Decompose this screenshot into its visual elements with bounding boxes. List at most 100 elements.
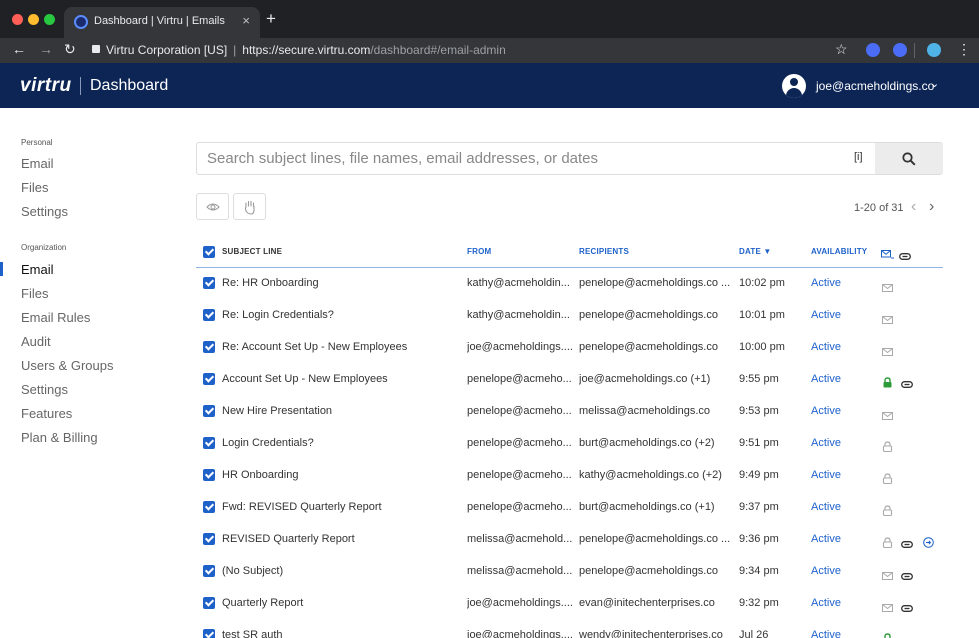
sidebar-item-email[interactable]: Email: [21, 262, 54, 277]
table-row[interactable]: Quarterly Report joe@acmeholdings.... evan…: [196, 588, 943, 620]
close-window-button[interactable]: [12, 14, 23, 25]
profile-avatar[interactable]: [927, 43, 941, 57]
availability-cell[interactable]: Active: [811, 469, 841, 481]
table-row[interactable]: (No Subject) melissa@acmehold... penelope@…: [196, 556, 943, 588]
lock-icon: [882, 535, 893, 553]
availability-cell[interactable]: Active: [811, 405, 841, 417]
extension-icon[interactable]: [866, 43, 880, 57]
search-input[interactable]: [197, 143, 837, 174]
availability-cell[interactable]: Active: [811, 565, 841, 577]
column-header-availability[interactable]: AVAILABILITY: [811, 247, 867, 256]
next-page-icon[interactable]: ›: [929, 198, 934, 216]
recipients-cell: penelope@acmeholdings.co: [579, 341, 718, 353]
availability-cell[interactable]: Active: [811, 629, 841, 638]
new-tab-button[interactable]: +: [266, 9, 276, 29]
sidebar-item-users-groups[interactable]: Users & Groups: [21, 358, 113, 373]
view-button[interactable]: [196, 193, 229, 220]
sidebar-item-audit[interactable]: Audit: [21, 334, 51, 349]
column-header-from[interactable]: FROM: [467, 247, 491, 256]
availability-cell[interactable]: Active: [811, 501, 841, 513]
pagination-label: 1-20 of 31: [854, 202, 904, 214]
availability-cell[interactable]: Active: [811, 373, 841, 385]
extension-icon[interactable]: [893, 43, 907, 57]
availability-cell[interactable]: Active: [811, 341, 841, 353]
search-button[interactable]: [875, 143, 943, 174]
sidebar-item-personal-settings[interactable]: Settings: [21, 204, 68, 219]
table-row[interactable]: New Hire Presentation penelope@acmeho... m…: [196, 396, 943, 428]
lock-active-icon: [882, 375, 893, 393]
site-identity: Virtru Corporation [US]: [106, 43, 228, 57]
app-header: virtru Dashboard joe@acmeholdings.co ⌄: [0, 63, 979, 108]
table-row[interactable]: Re: Login Credentials? kathy@acmeholdin..…: [196, 300, 943, 332]
sidebar-item-features[interactable]: Features: [21, 406, 72, 421]
virtru-logo[interactable]: virtru: [20, 75, 72, 97]
virtru-favicon-icon: [74, 15, 88, 29]
row-checkbox[interactable]: [203, 501, 215, 513]
browser-titlebar: Dashboard | Virtru | Emails × +: [0, 0, 979, 38]
table-row[interactable]: Re: HR Onboarding kathy@acmeholdin... pene…: [196, 268, 943, 300]
sidebar-item-personal-files[interactable]: Files: [21, 180, 48, 195]
availability-cell[interactable]: Active: [811, 597, 841, 609]
sidebar-item-plan-billing[interactable]: Plan & Billing: [21, 430, 98, 445]
bookmark-star-icon[interactable]: ☆: [835, 41, 848, 58]
row-checkbox[interactable]: [203, 437, 215, 449]
row-checkbox[interactable]: [203, 373, 215, 385]
row-checkbox[interactable]: [203, 533, 215, 545]
column-header-date[interactable]: DATE ▼: [739, 247, 772, 256]
mail-icon: [882, 279, 893, 297]
attachment-icon: [901, 567, 913, 585]
table-row[interactable]: Re: Account Set Up - New Employees joe@ac…: [196, 332, 943, 364]
browser-menu-icon[interactable]: ⋮: [957, 41, 971, 58]
revoke-button[interactable]: [233, 193, 266, 220]
recipients-cell: penelope@acmeholdings.co: [579, 309, 718, 321]
availability-cell[interactable]: Active: [811, 277, 841, 289]
date-cell: 9:36 pm: [739, 533, 779, 545]
sidebar-item-personal-email[interactable]: Email: [21, 156, 54, 171]
forward-icon[interactable]: [923, 535, 934, 553]
attachment-column-icon: [899, 247, 911, 265]
row-checkbox[interactable]: [203, 405, 215, 417]
previous-page-icon[interactable]: ‹: [911, 198, 916, 216]
table-row[interactable]: test SR auth joe@acmeholdings.... wendy@in…: [196, 620, 943, 638]
chevron-down-icon[interactable]: ⌄: [930, 77, 939, 90]
date-cell: 9:53 pm: [739, 405, 779, 417]
table-row[interactable]: Login Credentials? penelope@acmeho... burt…: [196, 428, 943, 460]
row-checkbox[interactable]: [203, 629, 215, 638]
table-row[interactable]: HR Onboarding penelope@acmeho... kathy@acm…: [196, 460, 943, 492]
table-row[interactable]: REVISED Quarterly Report melissa@acmehold…: [196, 524, 943, 556]
maximize-window-button[interactable]: [44, 14, 55, 25]
address-bar[interactable]: Virtru Corporation [US] | https://secure.v…: [92, 40, 867, 61]
row-checkbox[interactable]: [203, 469, 215, 481]
mail-icon: [882, 343, 893, 361]
user-avatar-icon[interactable]: [782, 74, 806, 98]
sidebar-item-files[interactable]: Files: [21, 286, 48, 301]
row-checkbox[interactable]: [203, 341, 215, 353]
sidebar-item-settings[interactable]: Settings: [21, 382, 68, 397]
table-row[interactable]: Fwd: REVISED Quarterly Report penelope@ac…: [196, 492, 943, 524]
row-checkbox[interactable]: [203, 597, 215, 609]
row-checkbox[interactable]: [203, 565, 215, 577]
recipients-cell: joe@acmeholdings.co (+1): [579, 373, 711, 385]
availability-cell[interactable]: Active: [811, 437, 841, 449]
column-header-recipients[interactable]: RECIPIENTS: [579, 247, 629, 256]
user-menu[interactable]: joe@acmeholdings.co: [816, 79, 934, 93]
column-header-subject[interactable]: SUBJECT LINE: [222, 247, 282, 256]
select-all-checkbox[interactable]: [203, 246, 215, 258]
subject-cell: test SR auth: [222, 629, 283, 638]
reload-icon[interactable]: ↻: [64, 41, 76, 58]
row-checkbox[interactable]: [203, 309, 215, 321]
availability-cell[interactable]: Active: [811, 309, 841, 321]
minimize-window-button[interactable]: [28, 14, 39, 25]
search-info-icon[interactable]: [i]: [854, 151, 863, 163]
tab-close-icon[interactable]: ×: [242, 13, 250, 28]
table-row[interactable]: Account Set Up - New Employees penelope@a…: [196, 364, 943, 396]
availability-cell[interactable]: Active: [811, 533, 841, 545]
subject-cell: Fwd: REVISED Quarterly Report: [222, 501, 382, 513]
row-checkbox[interactable]: [203, 277, 215, 289]
from-cell: melissa@acmehold...: [467, 533, 573, 545]
back-arrow-icon[interactable]: ←: [12, 41, 26, 57]
date-cell: 9:49 pm: [739, 469, 779, 481]
sidebar-item-email-rules[interactable]: Email Rules: [21, 310, 90, 325]
forward-arrow-icon[interactable]: →: [39, 41, 53, 57]
browser-tab[interactable]: Dashboard | Virtru | Emails ×: [64, 7, 260, 38]
